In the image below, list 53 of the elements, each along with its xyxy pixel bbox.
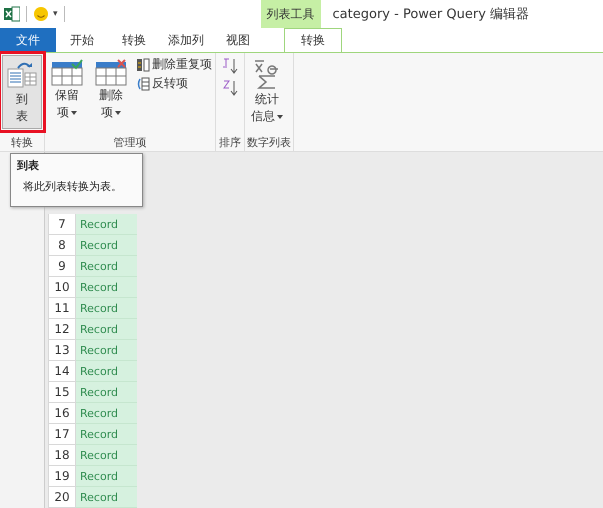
ribbon-tab[interactable]: 文件: [0, 28, 56, 52]
reverse-icon: [136, 76, 150, 90]
ribbon-button[interactable]: 删除重复项: [135, 55, 213, 74]
dropdown-arrow[interactable]: ▾: [53, 9, 58, 19]
table-cell[interactable]: Record: [76, 424, 137, 445]
group-label: 管理项: [112, 135, 148, 151]
row-number: 14: [48, 361, 76, 382]
smiley-icon[interactable]: [33, 6, 49, 22]
table-cell[interactable]: Record: [76, 361, 137, 382]
row-number: 9: [48, 256, 76, 277]
ribbon-button[interactable]: 保留 项: [47, 55, 87, 125]
sigma-icon: [253, 59, 281, 91]
row-number: 12: [48, 319, 76, 340]
row-number: 20: [48, 487, 76, 508]
table-cell[interactable]: Record: [76, 382, 137, 403]
row-number: 16: [48, 403, 76, 424]
context-tab-group: 列表工具: [260, 0, 321, 28]
tooltip-text: 将此列表转换为表。: [22, 179, 123, 194]
table-check-icon: [51, 59, 83, 87]
dedupe-icon: [136, 58, 150, 72]
group-label: 数字列表: [247, 135, 291, 151]
window-title: category - Power Query 编辑器: [332, 6, 530, 23]
row-number: 8: [48, 235, 76, 256]
table-cell[interactable]: Record: [76, 466, 137, 487]
table-cell[interactable]: Record: [76, 256, 137, 277]
table-cell[interactable]: Record: [76, 340, 137, 361]
table-cell[interactable]: Record: [76, 235, 137, 256]
table-cell[interactable]: Record: [76, 445, 137, 466]
row-number: 17: [48, 424, 76, 445]
ribbon-button[interactable]: 反转项: [135, 74, 213, 93]
ribbon-button[interactable]: 删除 项: [91, 55, 131, 125]
table-cross-icon: [95, 59, 127, 87]
sort-ascending-icon[interactable]: [222, 57, 238, 75]
row-number: 15: [48, 382, 76, 403]
row-number: 11: [48, 298, 76, 319]
table-cell[interactable]: Record: [76, 403, 137, 424]
table-cell[interactable]: Record: [76, 487, 137, 508]
row-number: 19: [48, 466, 76, 487]
table-cell[interactable]: Record: [76, 298, 137, 319]
group-label: 排序: [218, 135, 242, 151]
table-cell[interactable]: Record: [76, 214, 137, 235]
table-cell[interactable]: Record: [76, 277, 137, 298]
sort-descending-icon[interactable]: [222, 79, 238, 97]
ribbon-tab[interactable]: 转换: [284, 28, 342, 52]
row-number: 18: [48, 445, 76, 466]
table-cell[interactable]: Record: [76, 319, 137, 340]
ribbon-button[interactable]: 统计 信息: [247, 55, 287, 129]
group-label: 转换: [10, 135, 34, 151]
row-number: 7: [48, 214, 76, 235]
spreadsheet-app-icon[interactable]: [4, 6, 20, 22]
tooltip-title: 到表: [17, 158, 40, 173]
row-number: 10: [48, 277, 76, 298]
row-number: 13: [48, 340, 76, 361]
